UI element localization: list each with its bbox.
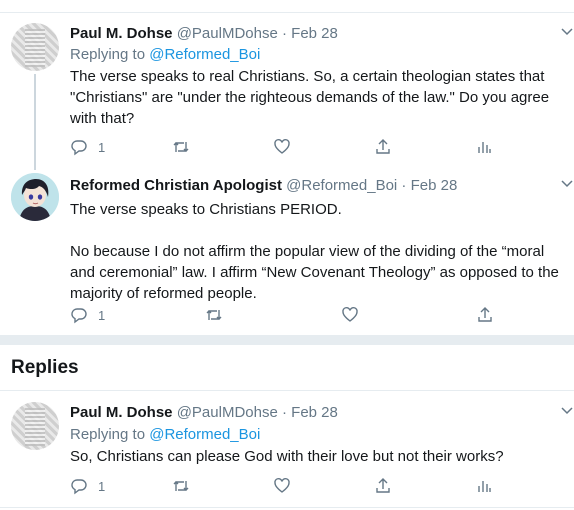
tweet-1[interactable]: Paul M. Dohse @PaulMDohse · Feb 28 Reply… <box>0 0 574 170</box>
chevron-down-icon[interactable] <box>560 404 574 418</box>
separator-dot: · <box>281 25 287 42</box>
author-name[interactable]: Paul M. Dohse <box>70 404 173 421</box>
retweet-button[interactable] <box>205 305 223 325</box>
like-icon <box>342 307 358 322</box>
tweet-date[interactable]: Feb 28 <box>291 25 338 42</box>
reply-button[interactable]: 1 <box>70 476 105 496</box>
anime-avatar-illustration <box>11 173 59 221</box>
like-button[interactable] <box>273 137 291 157</box>
avatar[interactable] <box>11 173 59 221</box>
analytics-icon <box>478 481 491 492</box>
replying-to: Replying to @Reformed_Boi <box>70 425 260 445</box>
author-name[interactable]: Reformed Christian Apologist <box>70 177 282 194</box>
reply-count: 1 <box>98 478 106 494</box>
reply-button[interactable]: 1 <box>70 137 105 157</box>
reply-icon <box>71 479 87 495</box>
tweet-text: The verse speaks to Christians PERIOD. N… <box>70 199 565 304</box>
tweet-actions: 1 <box>70 137 570 157</box>
tweet-text-paragraph-2: No because I do not affirm the popular v… <box>70 243 559 302</box>
share-button[interactable] <box>374 476 392 496</box>
retweet-button[interactable] <box>172 476 190 496</box>
mention-link[interactable]: @Reformed_Boi <box>149 426 260 443</box>
replying-to-label: Replying to <box>70 426 146 443</box>
share-icon <box>478 307 492 322</box>
retweet-icon <box>173 481 189 491</box>
avatar[interactable] <box>11 402 59 450</box>
author-handle[interactable]: @PaulMDohse <box>177 404 278 421</box>
replying-to-label: Replying to <box>70 46 146 63</box>
tweet-header: Paul M. Dohse @PaulMDohse · Feb 28 <box>70 24 338 44</box>
tweet-actions: 1 <box>70 476 570 496</box>
author-handle[interactable]: @Reformed_Boi <box>286 177 397 194</box>
tweet-header: Paul M. Dohse @PaulMDohse · Feb 28 <box>70 403 338 423</box>
share-icon <box>376 478 390 493</box>
reply-count: 1 <box>98 139 106 155</box>
separator-dot: · <box>281 404 287 421</box>
like-icon <box>274 139 290 154</box>
tweet-text-paragraph-1: The verse speaks to Christians PERIOD. <box>70 201 342 218</box>
share-icon <box>376 139 390 154</box>
tweet-text: So, Christians can please God with their… <box>70 448 504 465</box>
reply-icon <box>71 308 87 324</box>
avatar[interactable] <box>11 23 59 71</box>
chevron-down-icon[interactable] <box>560 177 574 191</box>
retweet-button[interactable] <box>172 137 190 157</box>
reply-count: 1 <box>98 307 106 323</box>
tweet-2[interactable]: Reformed Christian Apologist @Reformed_B… <box>0 170 574 334</box>
author-name[interactable]: Paul M. Dohse <box>70 25 173 42</box>
analytics-button[interactable] <box>475 137 493 157</box>
analytics-button[interactable] <box>475 476 493 496</box>
section-divider <box>0 335 574 345</box>
separator-dot: · <box>401 177 407 194</box>
like-icon <box>274 478 290 493</box>
replies-heading: Replies <box>11 357 79 378</box>
analytics-icon <box>478 142 491 153</box>
reply-button[interactable]: 1 <box>70 305 105 325</box>
mention-link[interactable]: @Reformed_Boi <box>149 46 260 63</box>
chevron-down-icon[interactable] <box>560 25 574 39</box>
reply-icon <box>71 140 87 156</box>
tweet-date[interactable]: Feb 28 <box>411 177 458 194</box>
share-button[interactable] <box>476 305 494 325</box>
retweet-icon <box>173 142 189 152</box>
share-button[interactable] <box>374 137 392 157</box>
tweet-date[interactable]: Feb 28 <box>291 404 338 421</box>
like-button[interactable] <box>273 476 291 496</box>
thread-line <box>34 74 36 170</box>
reply-tweet[interactable]: Paul M. Dohse @PaulMDohse · Feb 28 Reply… <box>0 391 574 510</box>
tweet-header: Reformed Christian Apologist @Reformed_B… <box>70 176 457 196</box>
like-button[interactable] <box>341 305 359 325</box>
tweet-text: The verse speaks to real Christians. So,… <box>70 68 550 127</box>
retweet-icon <box>206 310 222 320</box>
tweet-actions: 1 <box>70 305 570 325</box>
bottom-divider <box>0 507 574 508</box>
replying-to: Replying to @Reformed_Boi <box>70 45 260 65</box>
author-handle[interactable]: @PaulMDohse <box>177 25 278 42</box>
